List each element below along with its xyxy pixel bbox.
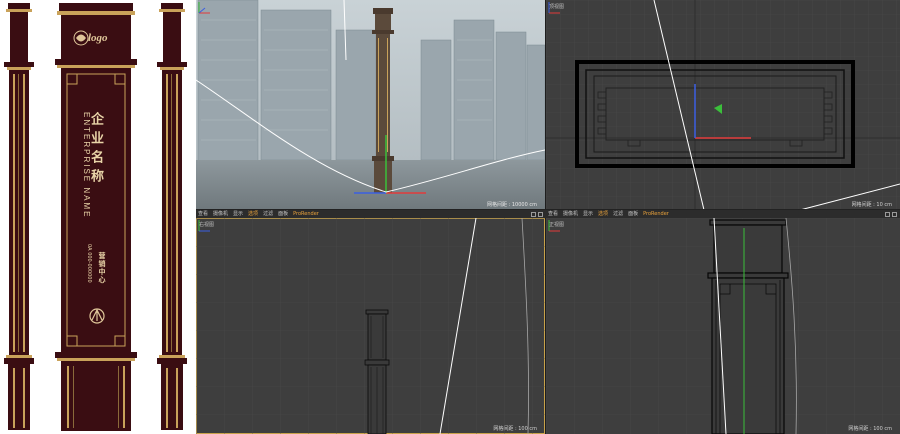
viewport-name: 正视图: [549, 222, 565, 228]
viewport-maximize-icon[interactable]: [885, 211, 890, 217]
top-viewport[interactable]: 顶视图 网格间距 : 10 cm: [546, 0, 900, 210]
front-viewport[interactable]: 正视图 网格间距 : 100 cm: [546, 218, 900, 434]
enterprise-name-cn: 企业名称: [88, 112, 103, 188]
viewport-menubar-front: 查看 摄像机 显示 选项 过滤 面板 ProRender: [546, 209, 900, 218]
enterprise-name-en: ENTERPRISE NAME: [82, 112, 91, 219]
viewport-menubar-right: 查看 摄像机 显示 选项 过滤 面板 ProRender: [196, 209, 546, 218]
elevation-drawings: logo 企业名称 ENTERPRISE NAME 营销中心 0A 000-00…: [0, 0, 196, 434]
right-viewport[interactable]: 右视图 网格间距 : 100 cm: [196, 218, 545, 434]
logo-text: logo: [88, 32, 108, 44]
right-scene: [196, 218, 545, 434]
phone-number: 0A 000-000000: [86, 244, 92, 283]
perspective-viewport[interactable]: 网格间距 : 10000 cm: [196, 0, 545, 210]
grid-spacing-label: 网格间距 : 10000 cm: [487, 202, 537, 208]
axis-gizmo-icon: [198, 2, 210, 14]
grid-spacing-label: 网格间距 : 100 cm: [848, 426, 892, 432]
front-elevation-main: [55, 3, 137, 431]
top-scene: [546, 0, 900, 210]
front-scene: [546, 218, 900, 434]
viewport-layout-icon[interactable]: [538, 211, 543, 217]
viewport-layout-icon[interactable]: [892, 211, 897, 217]
perspective-scene: [196, 0, 545, 210]
viewport-name: 右视图: [199, 222, 215, 228]
sales-center-label: 营销中心: [98, 252, 106, 284]
viewport-name: 顶视图: [549, 4, 565, 10]
side-elevation-right: [157, 3, 187, 430]
viewport-controls: [885, 211, 900, 217]
side-elevation-left: [4, 3, 34, 430]
grid-spacing-label: 网格间距 : 100 cm: [493, 426, 537, 432]
viewport-controls: [531, 211, 546, 217]
grid-spacing-label: 网格间距 : 10 cm: [851, 202, 892, 208]
viewport-maximize-icon[interactable]: [531, 211, 536, 217]
